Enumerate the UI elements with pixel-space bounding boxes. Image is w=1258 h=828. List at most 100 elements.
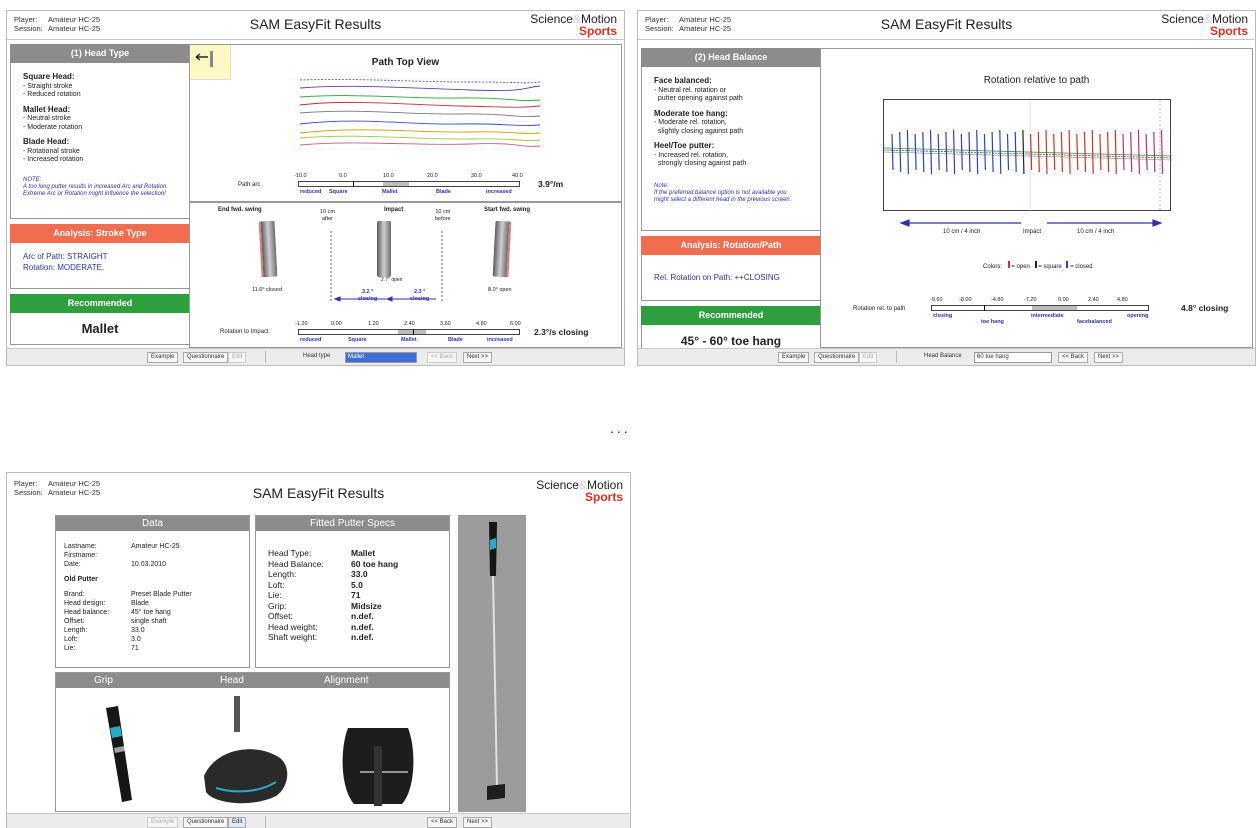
rotation-tick bbox=[1053, 133, 1056, 171]
lie-key: Lie: bbox=[64, 645, 76, 652]
next-button[interactable]: Next >> bbox=[463, 352, 493, 363]
edit-button[interactable]: Edit bbox=[859, 352, 878, 363]
analysis-arc: Arc of Path: STRAIGHT bbox=[23, 252, 108, 261]
zone-label: Square bbox=[329, 189, 348, 195]
rotation-tick bbox=[1122, 133, 1125, 171]
note-text: Note: If the preferred balance option is… bbox=[654, 182, 792, 203]
loft-value: 3.0 bbox=[131, 636, 141, 643]
recommended-title: Recommended bbox=[10, 294, 190, 313]
zone-label: intermediate bbox=[1031, 313, 1064, 319]
offset-value: single shaft bbox=[131, 618, 167, 625]
rotation-tick bbox=[1030, 133, 1033, 171]
next-button[interactable]: Next >> bbox=[463, 817, 493, 828]
toe-hang-title: Moderate toe hang: bbox=[654, 108, 728, 118]
rotation-rel-scale bbox=[931, 305, 1149, 311]
spec-key: Head Type: bbox=[268, 548, 312, 558]
brand-key: Brand: bbox=[64, 591, 85, 598]
specs-title: Fitted Putter Specs bbox=[256, 516, 449, 531]
head-title: Head bbox=[220, 675, 244, 686]
rotation-tick bbox=[1006, 133, 1010, 171]
example-button[interactable]: Example bbox=[147, 817, 179, 828]
spec-key: Lie: bbox=[268, 590, 282, 600]
questionnaire-button[interactable]: Questionnaire bbox=[814, 352, 860, 363]
tick-label: 30.0 bbox=[471, 173, 482, 179]
tick-label: 0.00 bbox=[331, 321, 342, 327]
tick-label: 4.80 bbox=[476, 321, 487, 327]
design-value: Blade bbox=[131, 600, 149, 607]
rotation-tick bbox=[1137, 129, 1140, 175]
edit-button[interactable]: Edit bbox=[228, 817, 247, 828]
rotation-tick bbox=[906, 129, 909, 175]
old-putter-title: Old Putter bbox=[64, 576, 98, 583]
brand-logo: Science&Motion Sports bbox=[536, 478, 623, 504]
rotation-scale bbox=[298, 329, 520, 335]
head-balance-info: Face balanced: - Neutral rel. rotation o… bbox=[641, 67, 821, 231]
left-range-label: 10 cm / 4 inch bbox=[943, 229, 981, 235]
rotation-plot-svg bbox=[883, 100, 1173, 212]
spec-key: Offset: bbox=[268, 611, 293, 621]
edit-button[interactable]: Edit bbox=[228, 352, 247, 363]
tick-label: 2.40 bbox=[1088, 297, 1099, 303]
putter-full-svg bbox=[487, 522, 505, 800]
rotation-tick bbox=[999, 129, 1002, 175]
zone-label: opening bbox=[1127, 313, 1149, 319]
zone-label: increased bbox=[487, 337, 513, 343]
rotation-tick bbox=[1037, 131, 1040, 173]
fitted-specs-panel: Fitted Putter Specs Head Type: Mallet Head… bbox=[255, 515, 450, 668]
loft-key: Loft: bbox=[64, 636, 78, 643]
rotation-tick bbox=[1022, 129, 1025, 175]
putter-full-image bbox=[458, 515, 526, 812]
list-item: slightly closing against path bbox=[654, 127, 744, 135]
legend-closed: = closed bbox=[1070, 264, 1093, 270]
blade-head-title: Blade Head: bbox=[23, 137, 70, 146]
next-button[interactable]: Next >> bbox=[1094, 352, 1124, 363]
zone-label: toe hang bbox=[981, 319, 1004, 325]
path-top-view-panel: Path Top View Path arc -10.0 0.0 10.0 20… bbox=[189, 44, 622, 202]
tick-label: 6.00 bbox=[510, 321, 521, 327]
rotation-label: Rotation to Impact bbox=[220, 329, 269, 335]
head-type-select[interactable]: Mallet bbox=[345, 352, 417, 363]
date-key: Date: bbox=[64, 561, 81, 568]
back-button[interactable]: << Back bbox=[1058, 352, 1089, 363]
header-bar: Player: Amateur HC-25 Session: Amateur HC-… bbox=[7, 473, 630, 509]
back-button[interactable]: << Back bbox=[427, 352, 458, 363]
screen-head-type: Player: Amateur HC-25 Session: Amateur HC-… bbox=[6, 10, 625, 366]
screen-summary: Player: Amateur HC-25 Session: Amateur HC-… bbox=[6, 472, 631, 828]
note-text: NOTE: A too long putter results in incre… bbox=[23, 176, 168, 197]
length-value: 33.0 bbox=[131, 627, 145, 634]
firstname-key: Firstname: bbox=[64, 552, 98, 559]
spec-value: 60 toe hang bbox=[351, 558, 399, 569]
rotation-tick bbox=[983, 133, 986, 171]
path-arc-scale bbox=[298, 181, 520, 187]
rotation-tick bbox=[929, 129, 933, 175]
spec-value: 71 bbox=[351, 590, 361, 600]
rotation-tick bbox=[1153, 131, 1156, 173]
spec-value: Mallet bbox=[351, 548, 376, 558]
list-item: strongly closing against path bbox=[654, 160, 747, 167]
rotation-tick bbox=[1160, 129, 1164, 175]
questionnaire-button[interactable]: Questionnaire bbox=[183, 817, 229, 828]
list-item: - Increased rotation bbox=[23, 156, 84, 163]
example-button[interactable]: Example bbox=[147, 352, 179, 363]
head-balance-select[interactable]: 60 toe hang bbox=[974, 352, 1052, 363]
rotation-tick bbox=[1068, 129, 1071, 175]
tick-label: 10.0 bbox=[383, 173, 394, 179]
zone-label: facebalanced bbox=[1077, 319, 1112, 325]
spec-key: Head weight: bbox=[268, 621, 318, 632]
design-key: Head design: bbox=[64, 600, 106, 607]
rotation-plot bbox=[883, 99, 1173, 212]
zone-label: increased bbox=[486, 189, 512, 195]
rotation-tick bbox=[891, 133, 894, 171]
chart-title: Rotation relative to path bbox=[983, 75, 1090, 86]
back-button[interactable]: << Back bbox=[427, 817, 458, 828]
tick-label: -1.20 bbox=[295, 321, 308, 327]
rotation-tick bbox=[1045, 129, 1048, 175]
questionnaire-button[interactable]: Questionnaire bbox=[183, 352, 229, 363]
mallet-head-title: Mallet Head: bbox=[23, 104, 71, 114]
head-image bbox=[204, 696, 288, 804]
example-button[interactable]: Example bbox=[778, 352, 810, 363]
tick-label: 0.00 bbox=[1058, 297, 1069, 303]
alignment-image bbox=[342, 728, 414, 806]
bottom-toolbar: Example Questionnaire Edit Head type Mal… bbox=[7, 348, 624, 365]
zone-label: Mallet bbox=[401, 337, 417, 343]
